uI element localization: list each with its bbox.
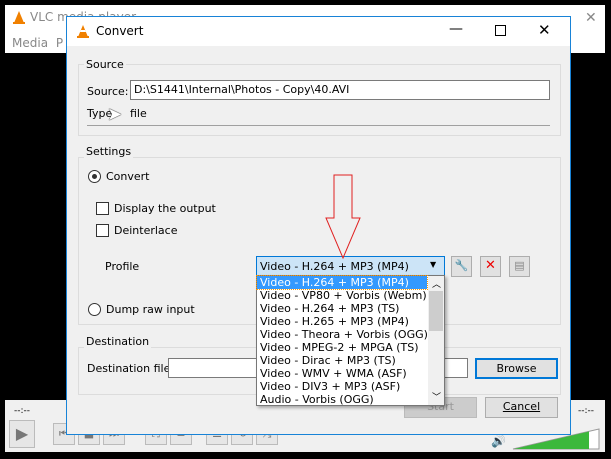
deinterlace-label: Deinterlace <box>114 224 178 237</box>
source-group-label: Source <box>84 58 126 71</box>
vlc-close-icon[interactable]: ✕ <box>585 10 597 26</box>
time-remaining: --:-- <box>578 406 595 416</box>
profile-option[interactable]: Video - H.264 + MP3 (MP4) <box>256 275 428 290</box>
browse-button[interactable]: Browse <box>475 358 558 379</box>
chevron-down-icon: ▼ <box>430 260 437 269</box>
vlc-cone-icon <box>12 10 26 24</box>
delete-profile-button[interactable]: ✕ <box>480 256 501 277</box>
speaker-icon[interactable]: 🔊 <box>491 434 506 448</box>
convert-radio[interactable] <box>88 170 101 183</box>
dialog-title: Convert <box>96 24 144 38</box>
profile-option[interactable]: Video - DIV3 + MP3 (ASF) <box>257 380 427 393</box>
new-profile-button[interactable]: ▤ <box>509 256 530 277</box>
settings-group-label: Settings <box>84 145 134 158</box>
source-label: Source: <box>87 85 129 98</box>
vlc-cone-icon <box>76 24 90 38</box>
time-elapsed: --:-- <box>14 406 31 416</box>
minimize-button[interactable]: — <box>449 21 463 37</box>
display-output-label: Display the output <box>114 202 216 215</box>
source-input[interactable]: D:\S1441\Internal\Photos - Copy\40.AVI <box>130 80 550 100</box>
separator <box>87 125 550 126</box>
profile-dropdown-list[interactable]: Video - H.264 + MP3 (MP4) Video - VP80 + … <box>256 275 445 406</box>
dump-raw-label: Dump raw input <box>106 303 195 316</box>
profile-option[interactable]: Video - H.264 + MP3 (TS) <box>257 302 427 315</box>
edit-profile-button[interactable]: 🔧 <box>451 256 472 277</box>
destination-file-label: Destination file: <box>87 362 175 375</box>
profile-label: Profile <box>105 260 140 273</box>
deinterlace-checkbox[interactable] <box>96 224 109 237</box>
dropdown-scrollbar[interactable]: ︿ ﹀ <box>428 276 444 405</box>
dialog-titlebar: Convert — ✕ <box>67 17 570 46</box>
menu-playback[interactable]: P <box>56 36 63 50</box>
profile-option[interactable]: Video - H.265 + MP3 (MP4) <box>257 315 427 328</box>
dump-raw-radio[interactable] <box>88 303 101 316</box>
profile-option[interactable]: Video - Theora + Vorbis (OGG) <box>257 328 428 341</box>
display-output-checkbox[interactable] <box>96 202 109 215</box>
scroll-down-icon[interactable]: ﹀ <box>432 390 441 403</box>
wrench-icon: 🔧 <box>454 259 469 272</box>
profile-option[interactable]: Audio - Vorbis (OGG) <box>257 393 427 406</box>
maximize-button[interactable] <box>495 25 506 36</box>
profile-option[interactable]: Video - VP80 + Vorbis (Webm) <box>257 289 427 302</box>
scroll-up-icon[interactable]: ︿ <box>432 277 441 290</box>
vlc-menu-bar: Media P <box>12 36 63 50</box>
mouse-cursor-icon: ➤ <box>107 104 123 125</box>
destination-group-label: Destination <box>84 335 152 348</box>
cancel-button[interactable]: Cancel <box>485 397 558 418</box>
type-value: file <box>130 107 147 120</box>
convert-label: Convert <box>106 170 150 183</box>
play-button[interactable]: ▶ <box>9 420 35 448</box>
close-button[interactable]: ✕ <box>538 21 551 39</box>
menu-media[interactable]: Media <box>12 36 48 50</box>
profile-option[interactable]: Video - Dirac + MP3 (TS) <box>257 354 427 367</box>
profile-selected: Video - H.264 + MP3 (MP4) <box>260 260 409 273</box>
profile-option[interactable]: Video - MPEG-2 + MPGA (TS) <box>257 341 427 354</box>
scrollbar-thumb[interactable] <box>429 291 443 331</box>
profile-option[interactable]: Video - WMV + WMA (ASF) <box>257 367 427 380</box>
red-arrow-annotation <box>325 174 363 260</box>
delete-icon: ✕ <box>485 258 496 273</box>
new-profile-icon: ▤ <box>514 259 525 272</box>
